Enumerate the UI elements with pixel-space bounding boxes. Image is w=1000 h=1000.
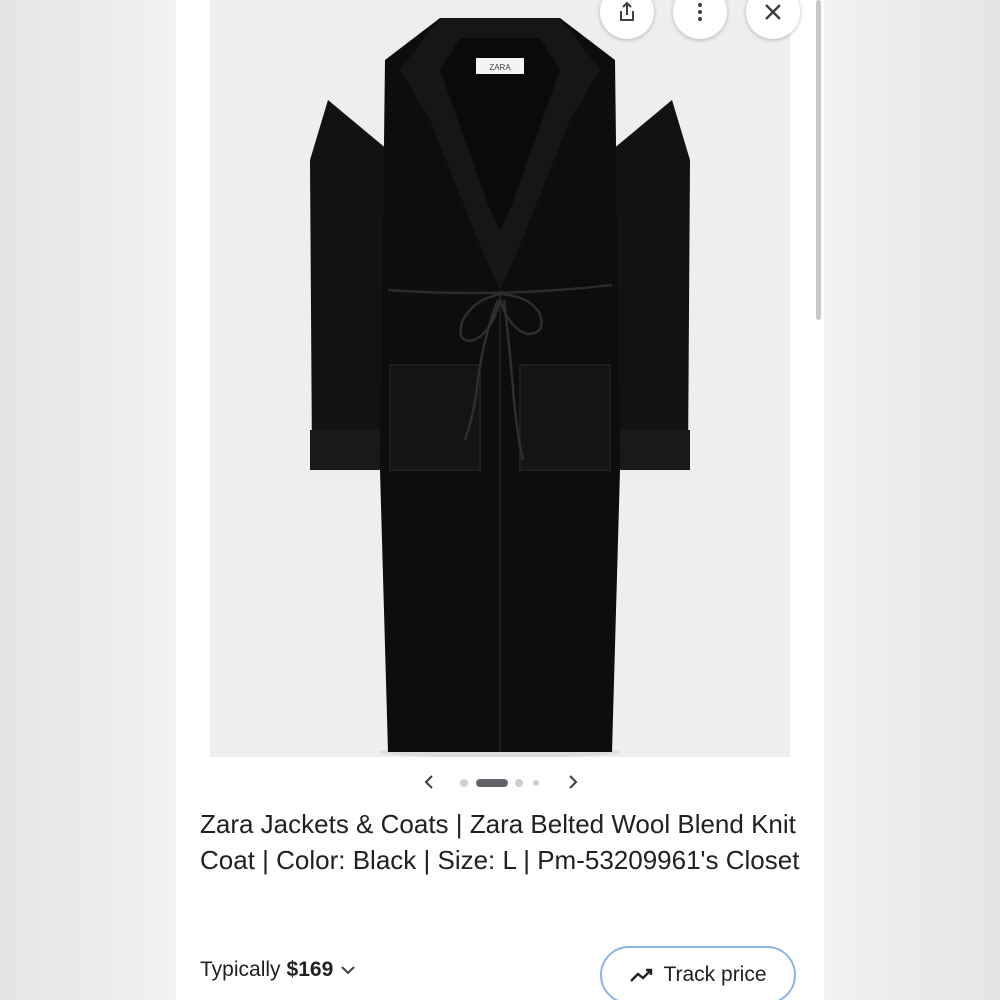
close-icon bbox=[765, 4, 781, 20]
scrollbar[interactable] bbox=[816, 0, 821, 320]
price-value: $169 bbox=[286, 958, 334, 981]
background-right bbox=[824, 0, 1000, 1000]
image-carousel-controls bbox=[176, 766, 824, 800]
track-price-label: Track price bbox=[663, 963, 767, 986]
product-title[interactable]: Zara Jackets & Coats | Zara Belted Wool … bbox=[200, 806, 800, 878]
track-price-button[interactable]: Track price bbox=[600, 946, 796, 1000]
price-label: Typically bbox=[200, 958, 281, 981]
chevron-down-icon[interactable] bbox=[337, 959, 359, 981]
price-summary[interactable]: Typically $169 bbox=[200, 958, 359, 982]
carousel-dot-active[interactable] bbox=[476, 779, 508, 787]
carousel-dot[interactable] bbox=[515, 779, 523, 787]
chevron-right-icon[interactable] bbox=[562, 772, 582, 792]
chevron-left-icon[interactable] bbox=[420, 772, 440, 792]
carousel-dot[interactable] bbox=[533, 780, 539, 786]
share-icon bbox=[620, 1, 634, 21]
product-image-area[interactable]: ZARA bbox=[210, 0, 790, 757]
background-left bbox=[0, 0, 176, 1000]
more-vert-icon bbox=[698, 3, 702, 21]
brand-label: ZARA bbox=[489, 63, 511, 72]
product-image: ZARA bbox=[210, 0, 790, 757]
trending-up-icon bbox=[630, 968, 653, 982]
product-panel: ZARA Zara Jackets & Coats | Zara Belted … bbox=[176, 0, 824, 1000]
carousel-dot[interactable] bbox=[460, 779, 468, 787]
